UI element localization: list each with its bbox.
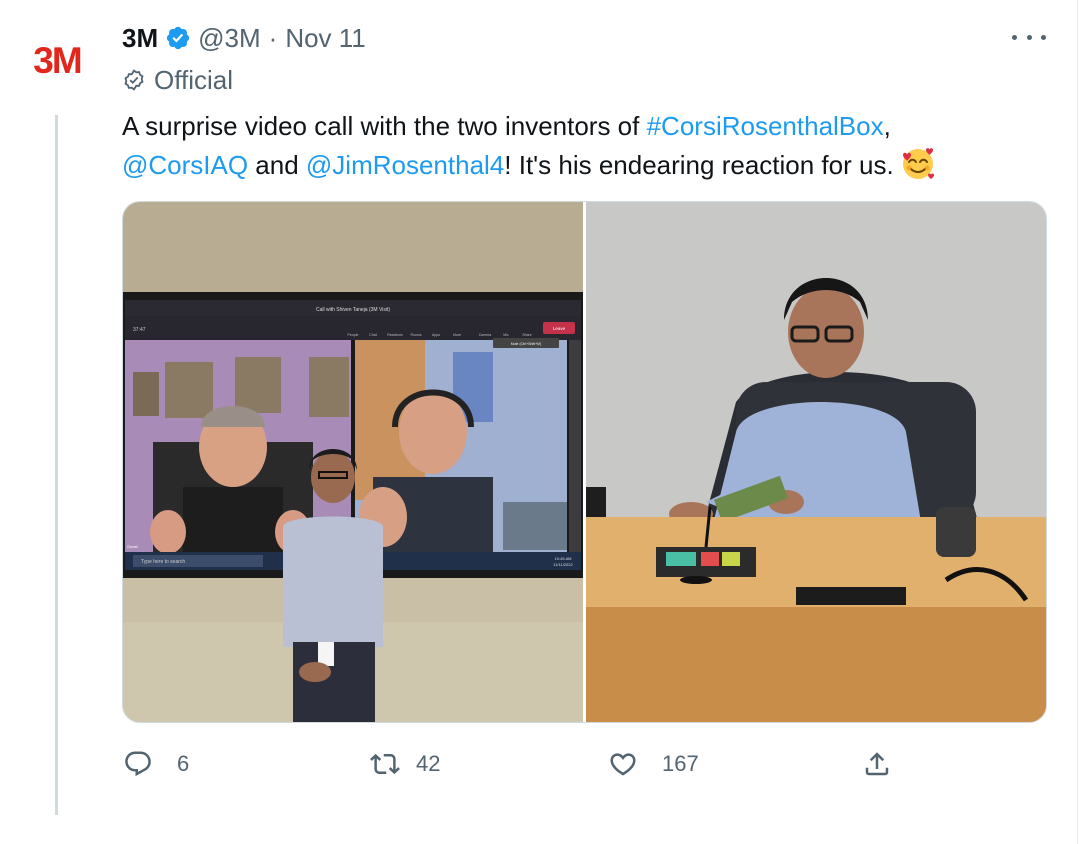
share-button[interactable] xyxy=(862,746,892,782)
tweet-text-segment: A surprise video call with the two inven… xyxy=(122,111,647,141)
verified-badge-icon xyxy=(167,26,190,50)
mention-link-corsiaq[interactable]: @CorsIAQ xyxy=(122,150,248,180)
official-label: Official xyxy=(154,64,233,95)
mention-link-jimrosenthal[interactable]: @JimRosenthal4 xyxy=(306,150,504,180)
media-divider xyxy=(583,202,586,722)
reply-button[interactable]: 6 xyxy=(123,746,189,782)
retweet-button[interactable]: 42 xyxy=(370,746,440,782)
self-view-tile xyxy=(503,502,567,550)
wall-top xyxy=(123,202,583,292)
timeline-border xyxy=(1077,0,1078,844)
call-timer: 37:47 xyxy=(133,327,146,333)
like-button[interactable]: 167 xyxy=(608,746,699,782)
like-count: 167 xyxy=(662,751,699,776)
person-1-shirt xyxy=(183,487,283,552)
wall-frame xyxy=(133,372,159,416)
call-toolbar-labels: People Chat Reactions Rooms Apps More Ca… xyxy=(348,333,532,337)
separator-dot: · xyxy=(268,22,278,53)
logo-text: 3M xyxy=(33,42,81,78)
reply-count: 6 xyxy=(177,751,190,776)
heart-icon xyxy=(610,753,636,776)
wall-frame xyxy=(165,362,213,418)
tile1-label: Guest xyxy=(127,544,139,549)
toolbar-share: Share xyxy=(522,333,531,337)
retweet-count: 42 xyxy=(416,751,441,776)
share-icon xyxy=(865,752,889,776)
wall-frame xyxy=(235,357,281,413)
photo-student-at-table[interactable] xyxy=(586,202,1046,722)
id-badge xyxy=(318,642,334,666)
tweet-text-segment: ! It's his endearing reaction for us. xyxy=(504,150,894,180)
more-options-icon[interactable] xyxy=(1012,24,1046,50)
conference-device xyxy=(936,507,976,557)
more-dot xyxy=(1012,34,1017,40)
toolbar-mic: Mic xyxy=(503,333,509,337)
taskbar-search-text: Type here to search xyxy=(141,559,185,565)
toolbar-rooms: Rooms xyxy=(410,333,421,337)
mute-tooltip: Mute (Ctrl+Shift+M) xyxy=(511,342,542,346)
wall-frame xyxy=(309,357,349,417)
student-shirt xyxy=(283,516,383,647)
photo-video-call-on-tv[interactable]: Call with Shiven Taneja (3M Visit) 37:47… xyxy=(123,202,583,722)
author-row: 3M @3M · Nov 11 xyxy=(122,22,366,54)
more-dot xyxy=(1041,34,1046,40)
retweet-icon xyxy=(370,753,400,775)
tweet-text-segment: , xyxy=(883,111,891,141)
author-name[interactable]: 3M xyxy=(122,23,158,54)
3m-logo-avatar[interactable]: 3M xyxy=(22,42,92,78)
toolbar-camera: Camera xyxy=(479,333,492,337)
hashtag-link[interactable]: #CorsiRosenthalBox xyxy=(647,111,884,141)
official-label-row: Official xyxy=(122,64,233,96)
tweet-media[interactable]: Call with Shiven Taneja (3M Visit) 37:47… xyxy=(122,201,1047,723)
toolbar-more: More xyxy=(453,333,461,337)
tweet-actions: 6 42 167 xyxy=(0,746,1082,782)
thread-line xyxy=(55,115,58,815)
call-title: Call with Shiven Taneja (3M Visit) xyxy=(316,307,390,313)
tweet-text-segment: and xyxy=(248,150,306,180)
author-handle[interactable]: @3M xyxy=(198,23,261,54)
toolbar-apps: Apps xyxy=(432,333,440,337)
tweet-text: A surprise video call with the two inven… xyxy=(122,107,1022,184)
smiling-face-with-hearts-emoji-icon xyxy=(902,148,934,179)
more-dot xyxy=(1026,34,1032,40)
leave-label: Leave xyxy=(553,326,566,331)
toolbar-chat: Chat xyxy=(369,333,376,337)
taskbar-time: 10:45 AM xyxy=(555,556,572,561)
tablet xyxy=(796,587,906,605)
taskbar-date: 11/11/2022 xyxy=(553,562,573,567)
reply-icon xyxy=(125,751,151,777)
toolbar-people: People xyxy=(348,333,359,337)
official-check-icon xyxy=(124,69,144,91)
tweet-date[interactable]: Nov 11 xyxy=(285,23,365,54)
toolbar-reactions: Reactions xyxy=(387,333,403,337)
